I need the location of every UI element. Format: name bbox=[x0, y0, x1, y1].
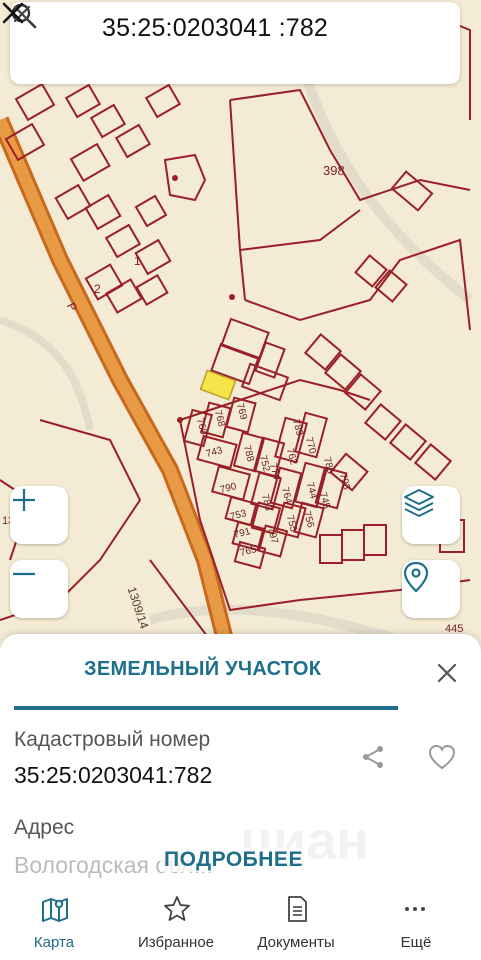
minus-icon bbox=[13, 572, 35, 576]
selected-parcel[interactable] bbox=[199, 369, 237, 401]
nav-documents-label: Документы bbox=[257, 934, 335, 951]
heart-icon[interactable] bbox=[428, 744, 456, 770]
tab-indicator bbox=[14, 706, 398, 710]
close-sheet-icon[interactable] bbox=[436, 662, 458, 684]
search-bar[interactable]: 35:25:0203041 :782 bbox=[10, 2, 460, 84]
location-button[interactable] bbox=[402, 560, 460, 618]
layers-icon bbox=[404, 489, 434, 517]
nav-map[interactable]: Карта bbox=[0, 888, 120, 960]
bottom-navigation: Карта Избранное Документы Ещё bbox=[0, 888, 481, 960]
more-details-button[interactable]: ПОДРОБНЕЕ bbox=[160, 848, 307, 872]
share-icon[interactable] bbox=[360, 744, 386, 770]
address-label: Адрес bbox=[14, 816, 75, 839]
location-pin-icon bbox=[403, 561, 429, 593]
layers-button[interactable] bbox=[402, 486, 460, 544]
nav-more-label: Ещё bbox=[400, 934, 432, 951]
plus-icon bbox=[13, 489, 35, 511]
nav-documents[interactable]: Документы bbox=[236, 888, 356, 960]
zoom-out-button[interactable] bbox=[10, 560, 68, 618]
nav-map-label: Карта bbox=[33, 934, 75, 951]
nav-favorites-label: Избранное bbox=[137, 934, 215, 951]
zoom-in-button[interactable] bbox=[10, 486, 68, 544]
search-input[interactable]: 35:25:0203041 :782 bbox=[102, 14, 328, 43]
nav-more[interactable]: Ещё bbox=[356, 888, 476, 960]
cadastral-number-label: Кадастровый номер bbox=[14, 728, 211, 751]
nav-favorites[interactable]: Избранное bbox=[116, 888, 236, 960]
close-icon[interactable] bbox=[0, 0, 26, 26]
map-icon bbox=[42, 898, 68, 922]
more-dots-icon bbox=[405, 907, 425, 911]
map-view[interactable]: 398 1309/14 13 445 1 2 Р 769 768 760 743… bbox=[0, 0, 481, 660]
cadastral-number-value: 35:25:0203041:782 bbox=[14, 762, 213, 788]
map-label-block: 398 bbox=[323, 163, 345, 178]
document-icon bbox=[288, 896, 307, 922]
map-label-1: 1 bbox=[134, 254, 141, 268]
map-label-2: 2 bbox=[94, 282, 101, 296]
star-icon bbox=[164, 896, 190, 921]
sheet-title: ЗЕМЕЛЬНЫЙ УЧАСТОК bbox=[84, 658, 322, 680]
